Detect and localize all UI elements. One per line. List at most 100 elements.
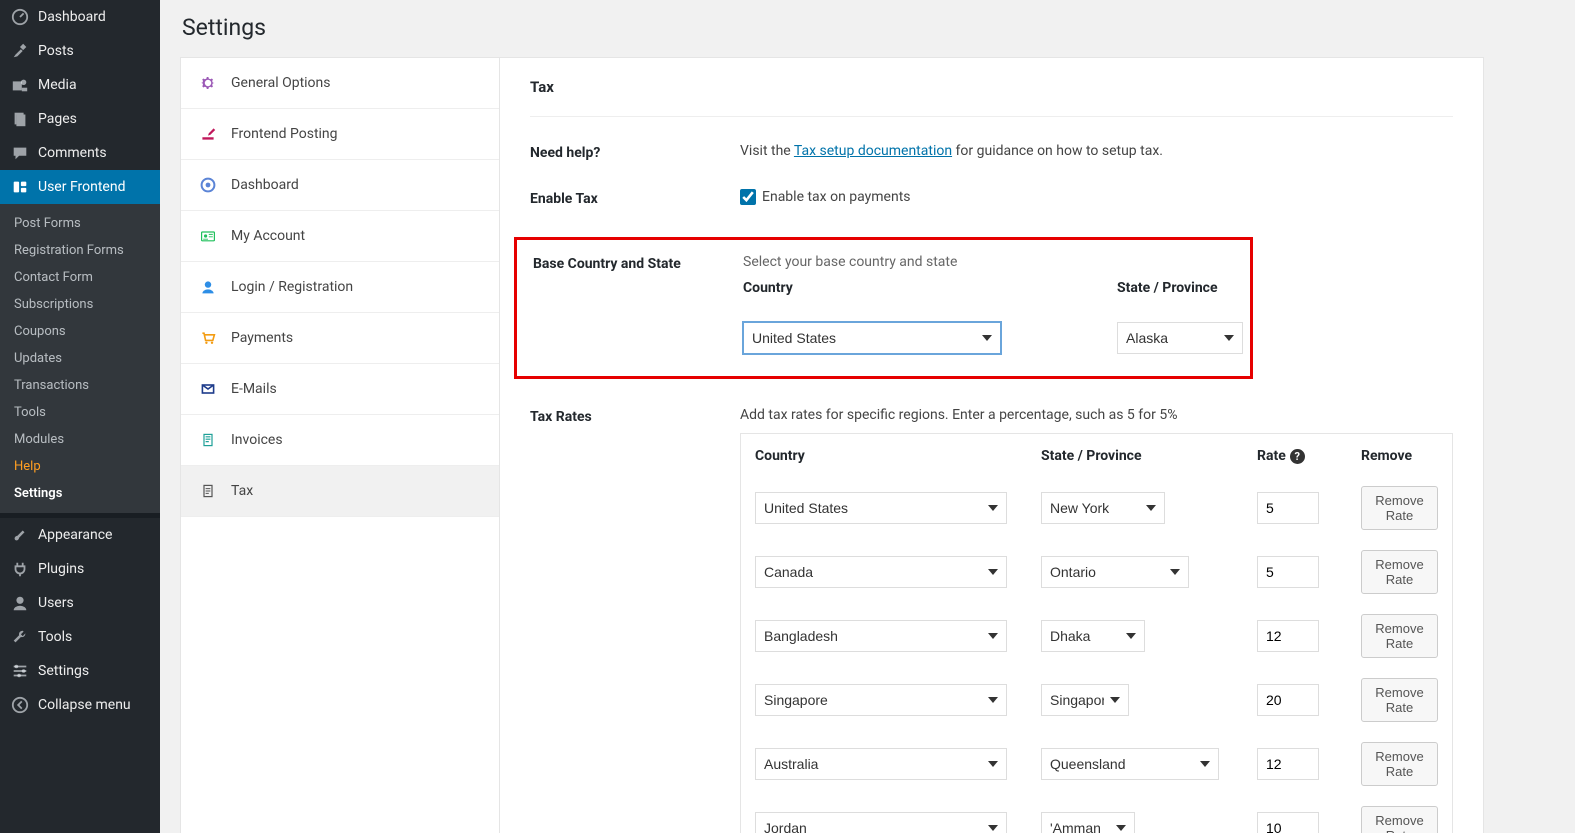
base-desc: Select your base country and state: [743, 254, 1243, 270]
rates-label: Tax Rates: [530, 407, 740, 833]
rate-country-select[interactable]: Jordan: [755, 812, 1007, 833]
sidebar-item-label: Dashboard: [38, 9, 106, 25]
sidebar-item-user-frontend[interactable]: User Frontend: [0, 170, 160, 204]
rate-state-select[interactable]: 'Amman: [1041, 812, 1135, 833]
rates-header: Country State / Province Rate? Remove: [741, 434, 1452, 476]
sidebar-item-appearance[interactable]: Appearance: [0, 518, 160, 552]
help-link[interactable]: Tax setup documentation: [794, 143, 952, 159]
settings-tab-invoices[interactable]: Invoices: [181, 415, 499, 466]
sidebar-sub-settings[interactable]: Settings: [0, 480, 160, 507]
sidebar-item-plugins[interactable]: Plugins: [0, 552, 160, 586]
help-field: Visit the Tax setup documentation for gu…: [740, 143, 1453, 161]
plug-icon: [10, 560, 30, 578]
settings-tab-label: General Options: [231, 75, 331, 91]
sidebar-item-posts[interactable]: Posts: [0, 34, 160, 68]
rate-input[interactable]: [1257, 556, 1319, 588]
sidebar-item-label: Media: [38, 77, 77, 93]
person-icon: [199, 278, 217, 296]
settings-tab-e-mails[interactable]: E-Mails: [181, 364, 499, 415]
sidebar-sub-registration-forms[interactable]: Registration Forms: [0, 237, 160, 264]
settings-tab-my-account[interactable]: My Account: [181, 211, 499, 262]
brush-icon: [10, 526, 30, 544]
settings-tab-tax[interactable]: Tax: [181, 466, 499, 517]
settings-tab-general-options[interactable]: General Options: [181, 58, 499, 109]
remove-rate-button[interactable]: Remove Rate: [1361, 486, 1438, 530]
sidebar-item-tools[interactable]: Tools: [0, 620, 160, 654]
sidebar-item-collapse-menu[interactable]: Collapse menu: [0, 688, 160, 722]
sidebar-sub-coupons[interactable]: Coupons: [0, 318, 160, 345]
rate-input[interactable]: [1257, 492, 1319, 524]
remove-rate-button[interactable]: Remove Rate: [1361, 742, 1438, 786]
sidebar-item-label: Plugins: [38, 561, 84, 577]
help-text-post: for guidance on how to setup tax.: [952, 143, 1163, 159]
sidebar-sub-contact-form[interactable]: Contact Form: [0, 264, 160, 291]
remove-rate-button[interactable]: Remove Rate: [1361, 550, 1438, 594]
dash-icon: [199, 176, 217, 194]
settings-tab-label: My Account: [231, 228, 305, 244]
base-state-select[interactable]: Alaska: [1117, 322, 1243, 354]
doc-icon: [199, 482, 217, 500]
sidebar-sub-tools[interactable]: Tools: [0, 399, 160, 426]
comment-icon: [10, 144, 30, 162]
rate-state-select[interactable]: Ontario: [1041, 556, 1189, 588]
help-icon[interactable]: ?: [1290, 449, 1305, 464]
rate-input[interactable]: [1257, 684, 1319, 716]
settings-tab-login-registration[interactable]: Login / Registration: [181, 262, 499, 313]
base-country-select[interactable]: United States: [743, 322, 1001, 354]
settings-tab-dashboard[interactable]: Dashboard: [181, 160, 499, 211]
sidebar-sub-transactions[interactable]: Transactions: [0, 372, 160, 399]
sidebar-item-pages[interactable]: Pages: [0, 102, 160, 136]
user-icon: [10, 594, 30, 612]
table-row: Canada Ontario Remove Rate: [741, 540, 1452, 604]
table-row: Jordan 'Amman Remove Rate: [741, 796, 1452, 833]
invoice-icon: [199, 431, 217, 449]
sidebar-sub-updates[interactable]: Updates: [0, 345, 160, 372]
rates-head-rate: Rate?: [1257, 448, 1335, 464]
settings-panel: Tax Need help? Visit the Tax setup docum…: [500, 57, 1484, 833]
base-label: Base Country and State: [533, 254, 743, 354]
rate-country-select[interactable]: Australia: [755, 748, 1007, 780]
rate-state-select[interactable]: Singapore: [1041, 684, 1129, 716]
rate-state-select[interactable]: Dhaka: [1041, 620, 1145, 652]
mail-icon: [199, 380, 217, 398]
rates-head-state: State / Province: [1041, 448, 1231, 464]
rate-country-select[interactable]: Canada: [755, 556, 1007, 588]
settings-tab-frontend-posting[interactable]: Frontend Posting: [181, 109, 499, 160]
sidebar-sub-subscriptions[interactable]: Subscriptions: [0, 291, 160, 318]
rate-state-select[interactable]: New York: [1041, 492, 1165, 524]
pages-icon: [10, 110, 30, 128]
rate-input[interactable]: [1257, 812, 1319, 833]
table-row: Bangladesh Dhaka Remove Rate: [741, 604, 1452, 668]
sidebar-sub-modules[interactable]: Modules: [0, 426, 160, 453]
rate-country-select[interactable]: Singapore: [755, 684, 1007, 716]
sidebar-item-label: Comments: [38, 145, 107, 161]
sidebar-item-comments[interactable]: Comments: [0, 136, 160, 170]
rate-state-select[interactable]: Queensland: [1041, 748, 1219, 780]
rate-country-select[interactable]: Bangladesh: [755, 620, 1007, 652]
sidebar-item-dashboard[interactable]: Dashboard: [0, 0, 160, 34]
settings-tab-payments[interactable]: Payments: [181, 313, 499, 364]
cart-icon: [199, 329, 217, 347]
gear-icon: [199, 74, 217, 92]
sidebar-item-settings[interactable]: Settings: [0, 654, 160, 688]
sidebar-item-users[interactable]: Users: [0, 586, 160, 620]
idcard-icon: [199, 227, 217, 245]
sidebar-sub-post-forms[interactable]: Post Forms: [0, 210, 160, 237]
media-icon: [10, 76, 30, 94]
remove-rate-button[interactable]: Remove Rate: [1361, 678, 1438, 722]
page-title: Settings: [182, 14, 1555, 41]
sidebar-sub-help[interactable]: Help: [0, 453, 160, 480]
sliders-icon: [10, 662, 30, 680]
remove-rate-button[interactable]: Remove Rate: [1361, 614, 1438, 658]
rate-country-select[interactable]: United States: [755, 492, 1007, 524]
sidebar-item-media[interactable]: Media: [0, 68, 160, 102]
pin-icon: [10, 42, 30, 60]
enable-tax-checkbox[interactable]: [740, 189, 756, 205]
rate-input[interactable]: [1257, 620, 1319, 652]
settings-tab-label: Dashboard: [231, 177, 299, 193]
help-row: Need help? Visit the Tax setup documenta…: [530, 143, 1453, 161]
rate-input[interactable]: [1257, 748, 1319, 780]
sidebar-item-label: Tools: [38, 629, 72, 645]
enable-checkbox-label[interactable]: Enable tax on payments: [740, 189, 911, 205]
remove-rate-button[interactable]: Remove Rate: [1361, 806, 1438, 833]
